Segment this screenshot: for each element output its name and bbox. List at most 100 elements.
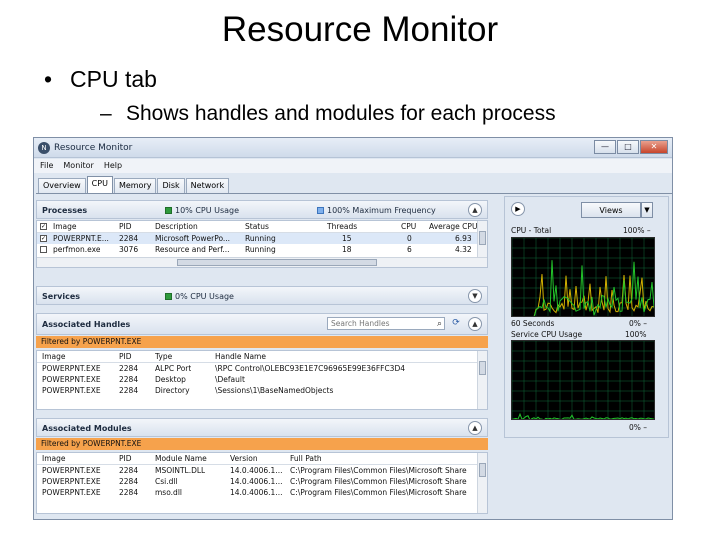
- modules-table: Image PID Module Name Version Full Path …: [36, 452, 488, 514]
- service-cpu-graph-svg: [512, 341, 654, 419]
- table-row[interactable]: POWERPNT.EXE 2284 ALPC Port \RPC Control…: [37, 363, 487, 374]
- cell-version: 14.0.4006.1...: [230, 466, 283, 475]
- processes-horizontal-scrollbar[interactable]: [37, 257, 487, 267]
- service-cpu-min-value: 0%: [629, 423, 641, 432]
- cpu-usage-text: 0% CPU Usage: [175, 292, 234, 301]
- menu-file[interactable]: File: [40, 159, 53, 173]
- col-pid[interactable]: PID: [119, 352, 132, 361]
- cell-pid: 2284: [119, 466, 139, 475]
- col-image[interactable]: Image: [42, 352, 66, 361]
- col-average-cpu[interactable]: Average CPU: [429, 222, 477, 231]
- modules-header[interactable]: Associated Modules ▲: [36, 418, 488, 437]
- table-row[interactable]: POWERPNT.EXE 2284 Csi.dll 14.0.4006.1...…: [37, 476, 487, 487]
- collapse-handles-icon[interactable]: ▲: [468, 317, 482, 331]
- cell-type: Desktop: [155, 375, 186, 384]
- window-controls: — □ ✕: [593, 140, 668, 154]
- search-placeholder: Search Handles: [331, 319, 390, 328]
- views-button[interactable]: Views: [581, 202, 641, 218]
- tick-dash: –: [643, 423, 648, 432]
- cell-module-name: mso.dll: [155, 488, 182, 497]
- cell-image: POWERPNT.EXE: [42, 488, 101, 497]
- modules-vertical-scrollbar[interactable]: [477, 453, 487, 513]
- table-row[interactable]: POWERPNT.EXE 2284 Directory \Sessions\1\…: [37, 385, 487, 396]
- cell-cpu: 0: [407, 234, 412, 243]
- scrollbar-thumb[interactable]: [479, 463, 486, 477]
- service-cpu-min: 0% –: [629, 423, 647, 432]
- col-image[interactable]: Image: [53, 222, 77, 231]
- cell-full-path: C:\Program Files\Common Files\Microsoft …: [290, 477, 467, 486]
- col-status[interactable]: Status: [245, 222, 269, 231]
- tab-overview[interactable]: Overview: [38, 178, 86, 193]
- cell-image: POWERPNT.EXE: [42, 375, 101, 384]
- green-square-icon: [165, 293, 172, 300]
- cpu-total-max: 100% –: [623, 226, 651, 235]
- tab-network[interactable]: Network: [185, 178, 230, 193]
- processes-table: ✓ Image PID Description Status Threads C…: [36, 220, 488, 268]
- col-pid[interactable]: PID: [119, 454, 132, 463]
- scrollbar-thumb[interactable]: [479, 361, 486, 375]
- table-row[interactable]: ✓ POWERPNT.E... 2284 Microsoft PowerPo..…: [37, 233, 487, 244]
- scrollbar-thumb[interactable]: [177, 259, 377, 266]
- row-checkbox[interactable]: [40, 246, 47, 253]
- menu-help[interactable]: Help: [104, 159, 122, 173]
- col-image[interactable]: Image: [42, 454, 66, 463]
- collapse-panel-icon[interactable]: ▶: [511, 202, 525, 216]
- cell-version: 14.0.4006.1...: [230, 477, 283, 486]
- scrollbar-thumb[interactable]: [479, 231, 486, 245]
- cpu-total-graph-svg: [512, 238, 654, 316]
- table-row[interactable]: POWERPNT.EXE 2284 mso.dll 14.0.4006.1...…: [37, 487, 487, 498]
- col-type[interactable]: Type: [155, 352, 172, 361]
- collapse-processes-icon[interactable]: ▲: [468, 203, 482, 217]
- row-checkbox[interactable]: ✓: [40, 235, 47, 242]
- handles-table-header: Image PID Type Handle Name: [37, 351, 487, 363]
- service-cpu-graph: [511, 340, 655, 420]
- cpu-total-label: CPU - Total: [511, 226, 552, 235]
- collapse-modules-icon[interactable]: ▲: [468, 421, 482, 435]
- tab-strip: Overview CPU Memory Disk Network: [38, 176, 230, 193]
- cell-pid: 2284: [119, 488, 139, 497]
- time-span-label: 60 Seconds: [511, 319, 555, 328]
- select-all-checkbox[interactable]: ✓: [40, 223, 47, 230]
- maximize-button[interactable]: □: [617, 140, 639, 154]
- col-cpu[interactable]: CPU: [401, 222, 416, 231]
- cell-description: Microsoft PowerPo...: [155, 234, 231, 243]
- cell-version: 14.0.4006.1...: [230, 488, 283, 497]
- handles-header[interactable]: Associated Handles Search Handles ⌕ ⟳ ▲: [36, 313, 488, 335]
- search-handles-input[interactable]: Search Handles ⌕: [327, 317, 445, 330]
- col-threads[interactable]: Threads: [327, 222, 357, 231]
- slide-title: Resource Monitor: [221, 10, 499, 49]
- cell-handle-name: \RPC Control\OLEBC93E1E7C96965E99E36FFC3…: [215, 364, 405, 373]
- handles-table: Image PID Type Handle Name POWERPNT.EXE …: [36, 350, 488, 410]
- cell-threads: 18: [342, 245, 352, 254]
- table-row[interactable]: POWERPNT.EXE 2284 MSOINTL.DLL 14.0.4006.…: [37, 465, 487, 476]
- tab-cpu[interactable]: CPU: [86, 176, 113, 193]
- cpu-total-max-value: 100%: [623, 226, 645, 235]
- close-button[interactable]: ✕: [640, 140, 668, 154]
- table-row[interactable]: POWERPNT.EXE 2284 Desktop \Default: [37, 374, 487, 385]
- col-full-path[interactable]: Full Path: [290, 454, 322, 463]
- col-description[interactable]: Description: [155, 222, 198, 231]
- menu-bar: File Monitor Help: [34, 159, 672, 173]
- cell-pid: 2284: [119, 234, 139, 243]
- services-title: Services: [42, 292, 81, 301]
- services-header[interactable]: Services 0% CPU Usage ▼: [36, 286, 488, 305]
- col-pid[interactable]: PID: [119, 222, 132, 231]
- title-bar[interactable]: N Resource Monitor — □ ✕: [34, 138, 672, 158]
- minimize-button[interactable]: —: [594, 140, 616, 154]
- cpu-total-min-value: 0%: [629, 319, 641, 328]
- service-cpu-label: Service CPU Usage: [511, 330, 583, 339]
- expand-services-icon[interactable]: ▼: [468, 289, 482, 303]
- refresh-icon[interactable]: ⟳: [449, 317, 463, 330]
- col-module-name[interactable]: Module Name: [155, 454, 207, 463]
- processes-header[interactable]: Processes 10% CPU Usage 100% Maximum Fre…: [36, 200, 488, 219]
- col-version[interactable]: Version: [230, 454, 258, 463]
- search-icon[interactable]: ⌕: [437, 318, 442, 330]
- graphs-panel: ▶ Views ▼ CPU - Total 100% – 60 Seconds …: [504, 196, 669, 438]
- chevron-down-icon[interactable]: ▼: [641, 202, 653, 218]
- table-row[interactable]: perfmon.exe 3076 Resource and Perf... Ru…: [37, 244, 487, 255]
- col-handle-name[interactable]: Handle Name: [215, 352, 266, 361]
- tab-memory[interactable]: Memory: [113, 178, 157, 193]
- menu-monitor[interactable]: Monitor: [63, 159, 93, 173]
- tab-disk[interactable]: Disk: [157, 178, 185, 193]
- handles-vertical-scrollbar[interactable]: [477, 351, 487, 409]
